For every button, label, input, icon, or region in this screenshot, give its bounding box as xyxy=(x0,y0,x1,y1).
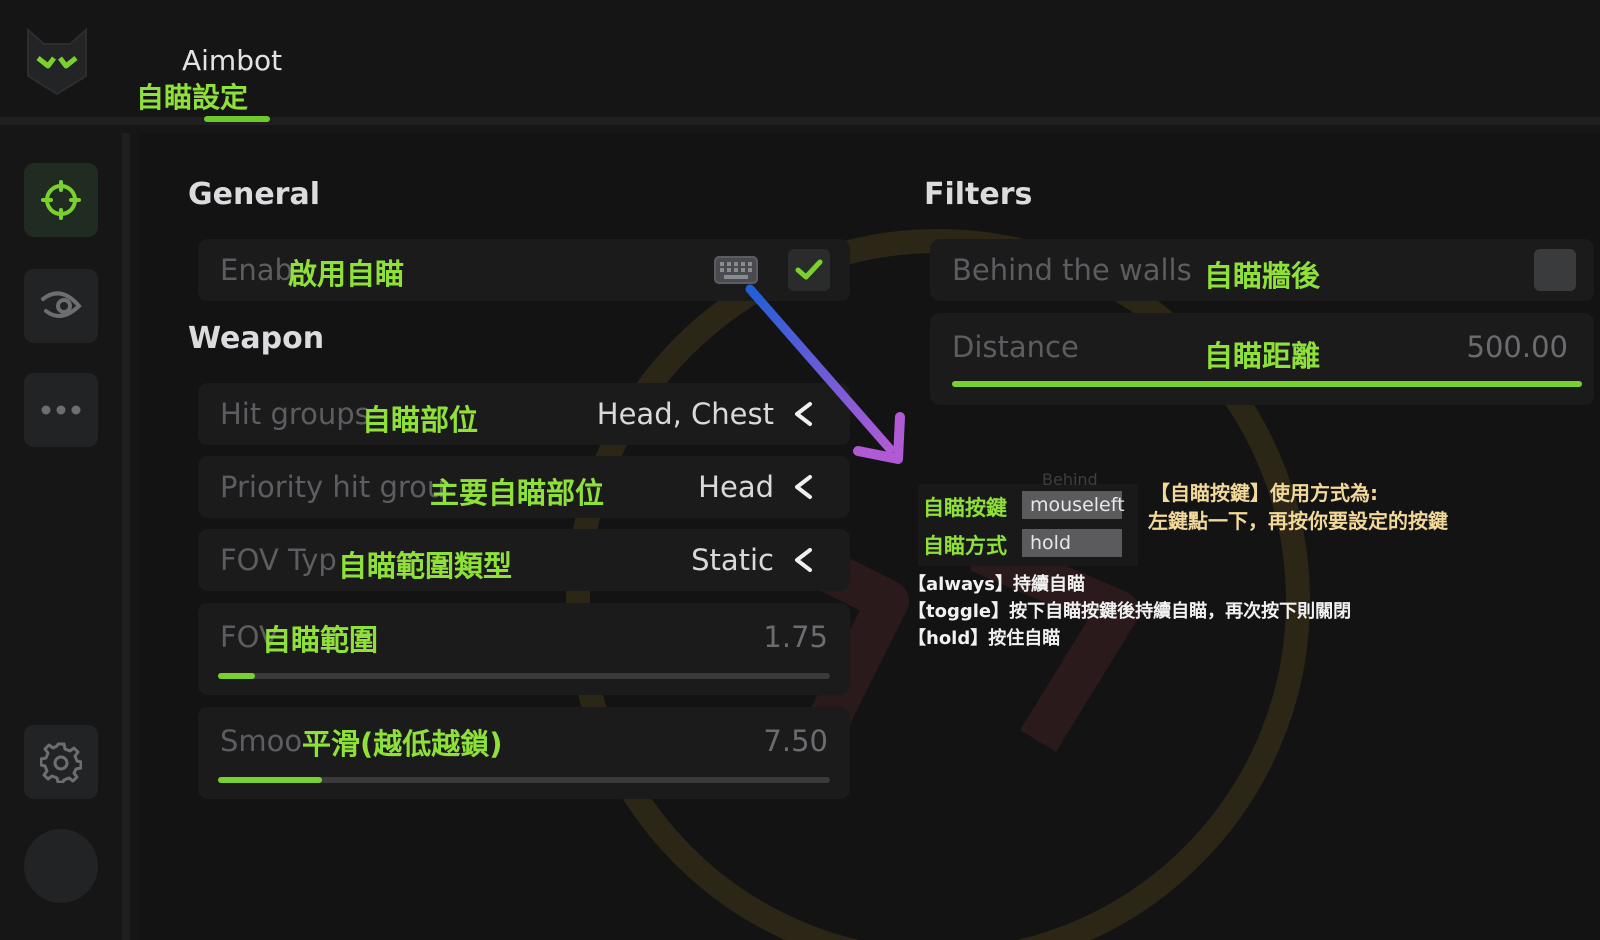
app-logo-icon xyxy=(27,27,87,96)
popup-partial-text: Behind xyxy=(1042,470,1098,489)
sidebar-item-visuals[interactable] xyxy=(24,269,98,343)
smooth-annotation: 平滑(越低越鎖) xyxy=(302,727,503,761)
behind-walls-row[interactable]: Behind the walls 自瞄牆後 xyxy=(930,239,1594,301)
hit-groups-label: Hit groups xyxy=(220,397,370,431)
sidebar-item-settings[interactable] xyxy=(24,725,98,799)
section-title-general: General xyxy=(188,177,320,212)
hit-groups-annotation: 自瞄部位 xyxy=(362,403,479,437)
fov-type-label: FOV Typ xyxy=(220,543,337,577)
main-panel: General Enab 啟用自瞄 Weapon Hit groups 自瞄部位… xyxy=(138,133,1600,940)
chevron-left-icon[interactable] xyxy=(792,474,814,500)
enable-annotation: 啟用自瞄 xyxy=(288,257,405,291)
behind-walls-annotation: 自瞄牆後 xyxy=(1204,259,1321,293)
checkmark-icon xyxy=(795,259,823,280)
sidebar-item-aimbot[interactable] xyxy=(24,163,98,237)
keybind-key-label: 自瞄按鍵 xyxy=(923,496,1007,520)
tab-aimbot[interactable]: Aimbot xyxy=(182,44,282,77)
distance-value: 500.00 xyxy=(1466,330,1568,364)
section-title-filters: Filters xyxy=(924,177,1033,212)
note-keybind-instructions: 左鍵點一下，再按你要設定的按鍵 xyxy=(1148,509,1448,533)
sidebar xyxy=(0,133,130,940)
note-mode-toggle: 【toggle】按下自瞄按鍵後持續自瞄，再次按下則關閉 xyxy=(908,601,1352,622)
distance-slider-fill xyxy=(952,381,1582,387)
fov-value: 1.75 xyxy=(763,620,828,654)
behind-walls-label: Behind the walls xyxy=(952,253,1192,287)
fov-slider[interactable] xyxy=(218,673,830,679)
smooth-slider[interactable] xyxy=(218,777,830,783)
keybind-mode-label: 自瞄方式 xyxy=(923,534,1007,558)
fov-annotation: 自瞄範圍 xyxy=(262,623,379,657)
tab-active-indicator xyxy=(204,116,270,122)
distance-slider[interactable] xyxy=(952,381,1582,387)
fov-type-value: Static xyxy=(691,543,774,577)
keybind-key-field[interactable]: mouseleft xyxy=(1022,491,1125,519)
smooth-label: Smoo xyxy=(220,724,303,758)
fov-type-annotation: 自瞄範圍類型 xyxy=(338,549,513,583)
keybind-popup: Behind 自瞄按鍵 mouseleft 自瞄方式 hold xyxy=(918,470,1138,566)
note-mode-hold: 【hold】按住自瞄 xyxy=(908,628,1061,649)
smooth-slider-fill xyxy=(218,777,323,783)
note-mode-always: 【always】持續自瞄 xyxy=(908,574,1085,595)
fov-row[interactable]: FOV 自瞄範圍 1.75 xyxy=(198,603,850,695)
enable-label: Enab xyxy=(220,253,293,287)
chevron-left-icon[interactable] xyxy=(792,547,814,573)
smooth-row[interactable]: Smoo 平滑(越低越鎖) 7.50 xyxy=(198,707,850,799)
priority-hit-group-value: Head xyxy=(698,470,774,504)
keybind-mode-field[interactable]: hold xyxy=(1022,529,1122,557)
more-dots-icon xyxy=(41,405,81,415)
behind-walls-checkbox[interactable] xyxy=(1534,249,1576,291)
smooth-value: 7.50 xyxy=(763,724,828,758)
avatar[interactable] xyxy=(24,829,98,903)
sidebar-item-misc[interactable] xyxy=(24,373,98,447)
priority-hit-group-annotation: 主要自瞄部位 xyxy=(430,476,605,510)
priority-hit-group-label: Priority hit grou xyxy=(220,470,446,504)
tab-aimbot-annotation: 自瞄設定 xyxy=(136,81,249,114)
section-title-weapon: Weapon xyxy=(188,321,325,356)
top-bar: Aimbot 自瞄設定 xyxy=(0,0,1600,125)
gear-icon xyxy=(40,742,82,783)
annotation-arrow xyxy=(745,284,905,464)
distance-annotation: 自瞄距離 xyxy=(1204,339,1321,373)
fov-slider-fill xyxy=(218,673,255,679)
crosshair-icon xyxy=(41,180,81,220)
eye-icon xyxy=(41,291,82,318)
distance-label: Distance xyxy=(952,330,1079,364)
note-keybind-usage: 【自瞄按鍵】使用方式為: xyxy=(1150,481,1378,505)
fov-type-row[interactable]: FOV Typ 自瞄範圍類型 Static xyxy=(198,529,850,591)
distance-row[interactable]: Distance 自瞄距離 500.00 xyxy=(930,313,1594,405)
